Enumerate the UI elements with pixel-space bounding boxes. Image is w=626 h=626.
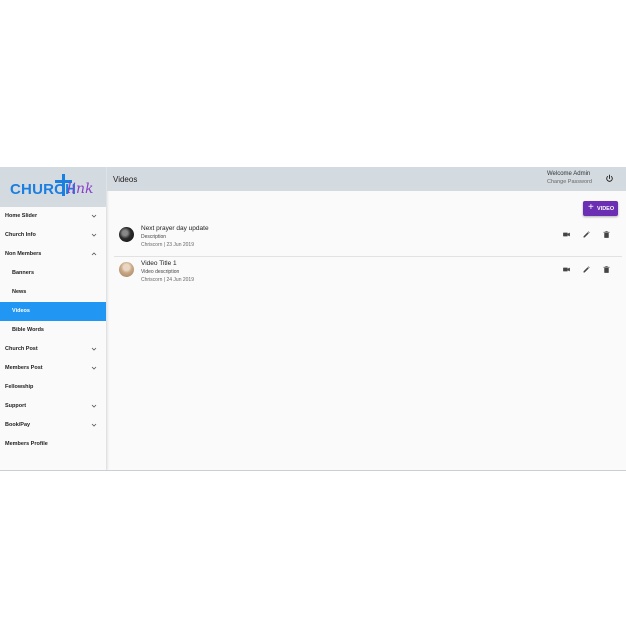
add-video-button[interactable]: + VIDEO — [583, 201, 618, 216]
sidebar: CHURCH link Home Slider Church Info Non Me… — [0, 167, 107, 470]
chevron-down-icon[interactable] — [90, 212, 98, 220]
row-divider — [114, 256, 622, 257]
video-thumbnail — [119, 227, 134, 242]
add-video-label: VIDEO — [597, 206, 615, 212]
chevron-down-icon[interactable] — [90, 231, 98, 239]
sidebar-item-bible-words[interactable]: Bible Words — [0, 321, 106, 340]
sidebar-item-label: Fellowship — [5, 384, 34, 390]
power-icon[interactable] — [605, 174, 614, 183]
logo-script: link — [67, 181, 94, 197]
delete-trash-icon[interactable] — [602, 265, 611, 274]
sidebar-item-church-info[interactable]: Church Info — [0, 226, 106, 245]
chevron-down-icon[interactable] — [90, 421, 98, 429]
sidebar-item-label: Members Profile — [5, 441, 48, 447]
video-camera-icon[interactable] — [562, 230, 571, 239]
plus-icon: + — [588, 202, 594, 213]
change-password-link[interactable]: Change Password — [547, 179, 592, 185]
sidebar-item-label: Church Info — [5, 232, 36, 238]
video-title: Next prayer day update — [141, 225, 209, 232]
sidebar-item-label: Church Post — [5, 346, 38, 352]
list-item: Video Title 1 Video description Chriscorn … — [114, 258, 622, 292]
sidebar-item-label: Home Slider — [5, 213, 38, 219]
sidebar-item-support[interactable]: Support — [0, 397, 106, 416]
video-thumbnail — [119, 262, 134, 277]
chevron-up-icon[interactable] — [90, 250, 98, 258]
welcome-text: Welcome Admin — [547, 171, 591, 177]
edit-pencil-icon[interactable] — [582, 265, 591, 274]
video-meta: Chriscorn | 23 Jun 2019 — [141, 242, 194, 248]
app-shell: CHURCH link Home Slider Church Info Non Me… — [0, 167, 626, 471]
sidebar-item-label: Support — [5, 403, 27, 409]
page-title: Videos — [113, 175, 138, 184]
sidebar-item-videos[interactable]: Videos — [0, 302, 106, 321]
video-description: Video description — [141, 269, 180, 275]
list-item: Next prayer day update Description Chrisco… — [114, 223, 622, 257]
logo-cross-vertical — [62, 174, 65, 196]
sidebar-item-non-members[interactable]: Non Members — [0, 245, 106, 264]
sidebar-item-members-profile[interactable]: Members Profile — [0, 435, 106, 454]
video-meta: Chriscorn | 24 Jun 2019 — [141, 277, 194, 283]
chevron-down-icon[interactable] — [90, 364, 98, 372]
sidebar-item-label: Banners — [12, 270, 35, 276]
edit-pencil-icon[interactable] — [582, 230, 591, 239]
video-description: Description — [141, 234, 167, 240]
sidebar-item-banners[interactable]: Banners — [0, 264, 106, 283]
sidebar-item-label: Videos — [12, 308, 30, 314]
sidebar-item-church-post[interactable]: Church Post — [0, 340, 106, 359]
video-camera-icon[interactable] — [562, 265, 571, 274]
sidebar-item-label: Non Members — [5, 251, 42, 257]
sidebar-item-label: Bible Words — [12, 327, 44, 333]
sidebar-item-fellowship[interactable]: Fellowship — [0, 378, 106, 397]
sidebar-item-members-post[interactable]: Members Post — [0, 359, 106, 378]
sidebar-item-news[interactable]: News — [0, 283, 106, 302]
sidebar-item-label: Book/Pay — [5, 422, 31, 428]
video-title: Video Title 1 — [141, 260, 177, 267]
sidebar-item-label: News — [12, 289, 27, 295]
chevron-down-icon[interactable] — [90, 402, 98, 410]
chevron-down-icon[interactable] — [90, 345, 98, 353]
top-header: Videos Welcome Admin Change Password — [107, 167, 626, 191]
sidebar-menu: Home Slider Church Info Non Members Banners… — [0, 207, 106, 454]
sidebar-item-home-slider[interactable]: Home Slider — [0, 207, 106, 226]
church-link-logo[interactable]: CHURCH link — [0, 167, 106, 207]
delete-trash-icon[interactable] — [602, 230, 611, 239]
sidebar-item-label: Members Post — [5, 365, 43, 371]
sidebar-item-book-pay[interactable]: Book/Pay — [0, 416, 106, 435]
